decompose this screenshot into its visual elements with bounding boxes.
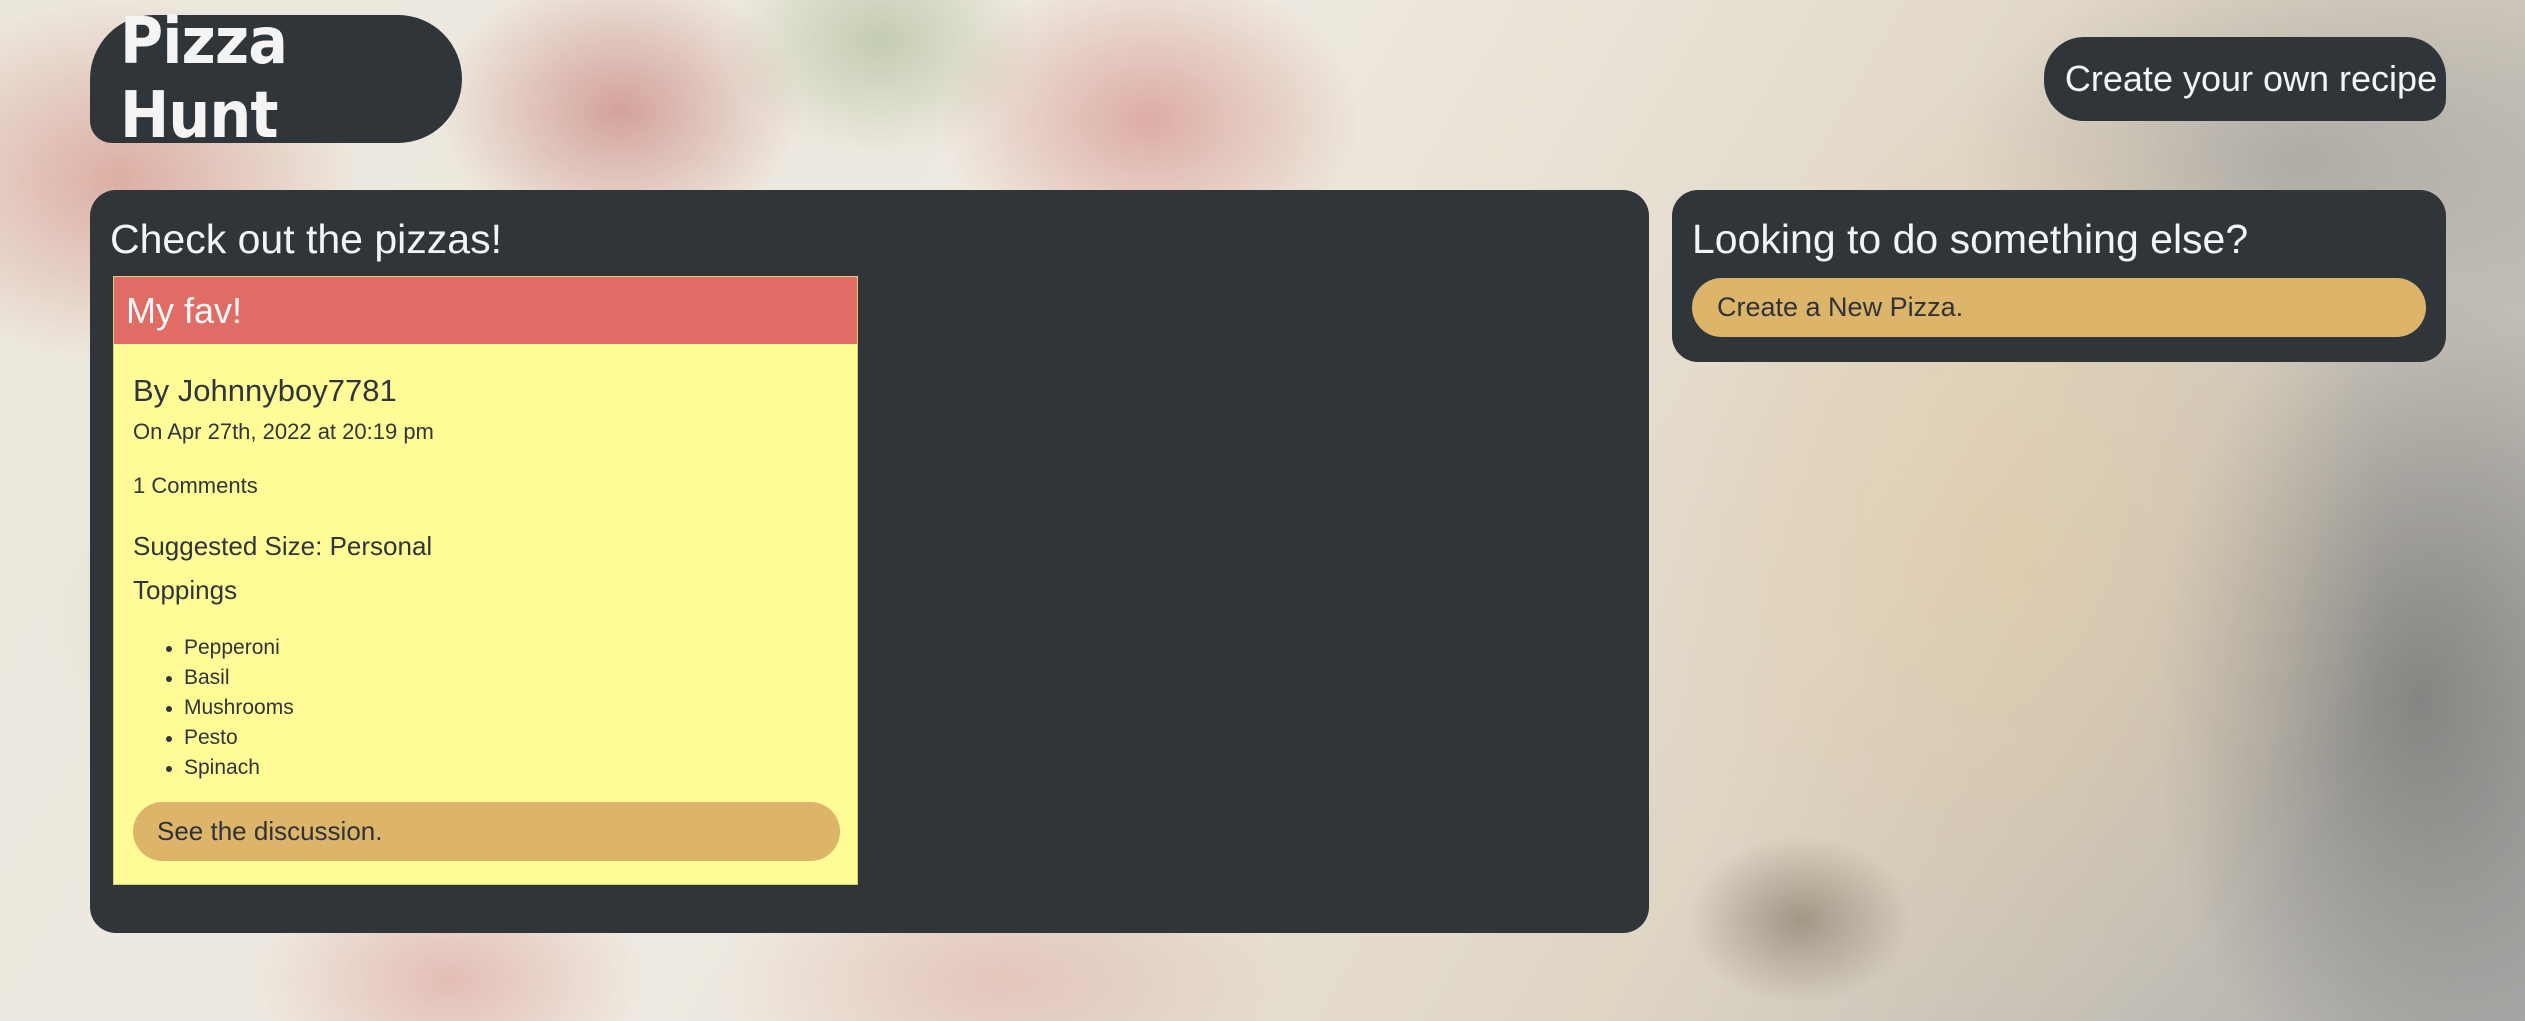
pizza-card: My fav! By Johnnyboy7781 On Apr 27th, 20…	[113, 276, 858, 885]
pizza-comment-count: 1 Comments	[133, 473, 258, 498]
pizza-author: By Johnnyboy7781	[133, 373, 397, 408]
site-logo[interactable]: Pizza Hunt	[90, 5, 462, 153]
topping-item: Mushrooms	[166, 693, 294, 723]
pizza-list-panel: Check out the pizzas! My fav! By Johnnyb…	[90, 190, 1649, 933]
topping-item: Pepperoni	[166, 633, 294, 663]
toppings-list: Pepperoni Basil Mushrooms Pesto Spinach	[166, 633, 294, 783]
topping-item: Pesto	[166, 723, 294, 753]
topping-item: Basil	[166, 663, 294, 693]
pizza-suggested-size: Suggested Size: Personal	[133, 531, 433, 561]
side-panel: Looking to do something else? Create a N…	[1672, 190, 2446, 362]
logo-text: Pizza Hunt	[120, 5, 288, 153]
create-new-pizza-button[interactable]: Create a New Pizza.	[1692, 278, 2426, 337]
pizza-list-title: Check out the pizzas!	[110, 216, 502, 262]
create-recipe-button[interactable]: Create your own recipe	[2044, 37, 2446, 121]
pizza-card-title: My fav!	[114, 277, 857, 344]
pizza-date: On Apr 27th, 2022 at 20:19 pm	[133, 419, 434, 444]
side-panel-title: Looking to do something else?	[1692, 216, 2249, 262]
see-discussion-button[interactable]: See the discussion.	[133, 802, 840, 861]
toppings-heading: Toppings	[133, 575, 238, 605]
topping-item: Spinach	[166, 753, 294, 783]
